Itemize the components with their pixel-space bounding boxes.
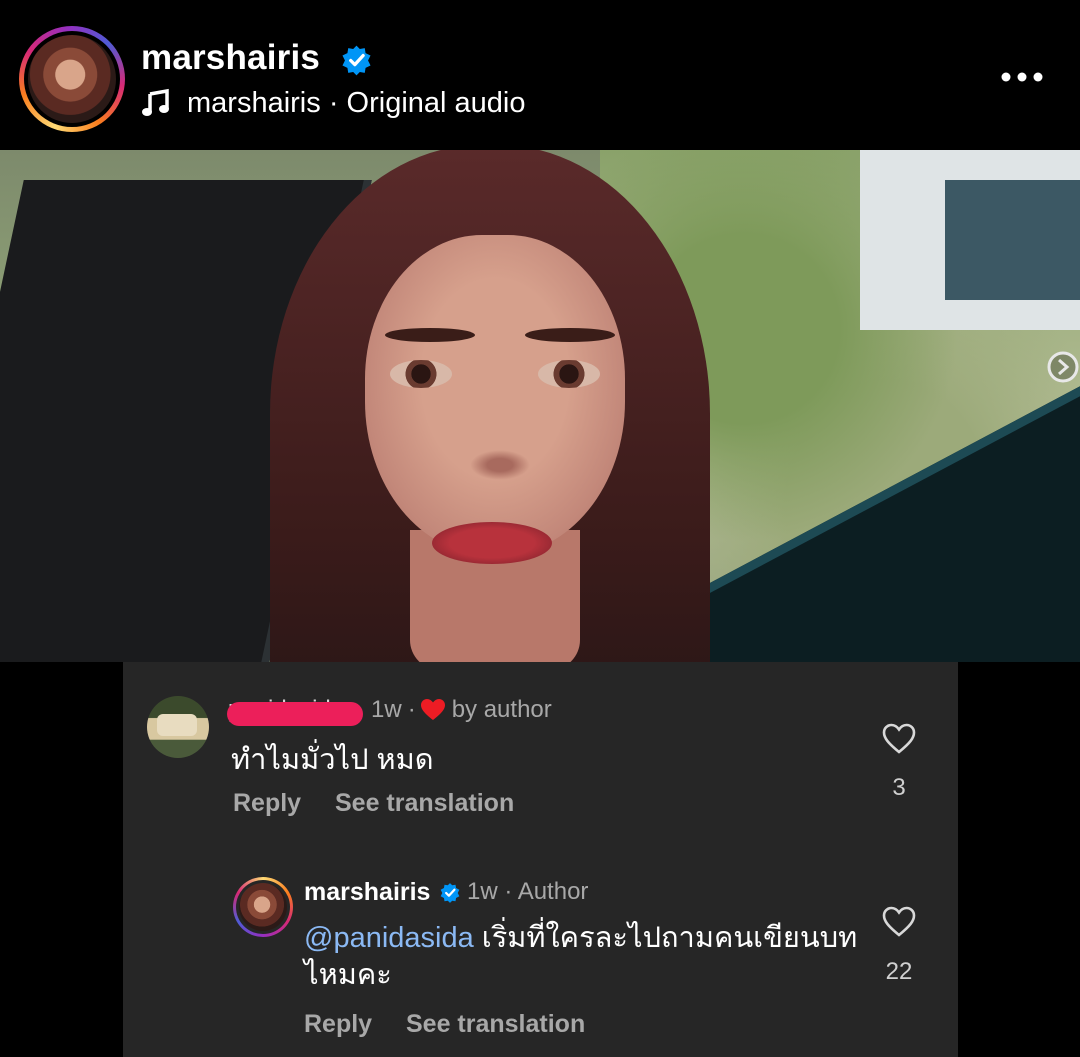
audio-username: marshairis [187, 86, 321, 119]
left-brow [385, 328, 475, 342]
commenter-avatar[interactable] [147, 696, 209, 758]
reply-button[interactable]: Reply [304, 1010, 372, 1039]
music-note-icon [142, 88, 169, 116]
comments-panel: panidasida 1w · by author ทำไมมั่วไป หมด… [123, 662, 958, 1057]
profile-avatar[interactable] [19, 26, 125, 132]
person-face [365, 235, 625, 555]
left-eye [390, 360, 452, 388]
right-brow [525, 328, 615, 342]
author-role-label: Author [517, 878, 589, 905]
like-count: 3 [892, 774, 906, 801]
comment-text: ทำไมมั่วไป หมด [231, 744, 434, 776]
background-window [945, 180, 1080, 300]
audio-label: Original audio [346, 86, 526, 119]
more-options-icon[interactable] [998, 62, 1046, 92]
next-arrow-icon[interactable] [1046, 350, 1080, 384]
reply-button[interactable]: Reply [233, 789, 301, 818]
like-heart-icon[interactable] [881, 905, 917, 938]
meta-separator: · [504, 878, 513, 905]
comment-time: 1w [371, 696, 402, 723]
reply-meta: 1w · Author [467, 878, 588, 906]
like-count: 22 [885, 958, 913, 985]
reel-video[interactable] [0, 150, 1080, 662]
reply-username[interactable]: marshairis [304, 878, 430, 907]
comment-meta: 1w · by author [371, 696, 552, 724]
nose [470, 450, 530, 480]
right-eye [538, 360, 600, 388]
lips [432, 522, 552, 564]
reply-text: @panidasida เริ่มที่ใครละไปถามคนเขียนบทไ… [304, 920, 864, 994]
verified-badge-icon [440, 883, 460, 903]
liked-by-author-label: by author [451, 696, 552, 723]
mention-link[interactable]: @panidasida [304, 922, 474, 954]
verified-badge-icon [342, 45, 371, 76]
audio-attribution[interactable]: marshairis · Original audio [141, 85, 526, 121]
audio-separator: · [328, 86, 339, 119]
meta-separator: · [407, 696, 416, 723]
profile-username[interactable]: marshairis [141, 38, 320, 78]
see-translation-button[interactable]: See translation [406, 1010, 585, 1039]
reply-time: 1w [467, 878, 498, 905]
author-avatar[interactable] [233, 877, 293, 937]
username-redaction [227, 702, 363, 726]
see-translation-button[interactable]: See translation [335, 789, 514, 818]
like-heart-icon[interactable] [881, 722, 917, 755]
reel-header: marshairis marshairis · Original audio [0, 0, 1080, 150]
author-liked-heart-icon [420, 699, 445, 720]
